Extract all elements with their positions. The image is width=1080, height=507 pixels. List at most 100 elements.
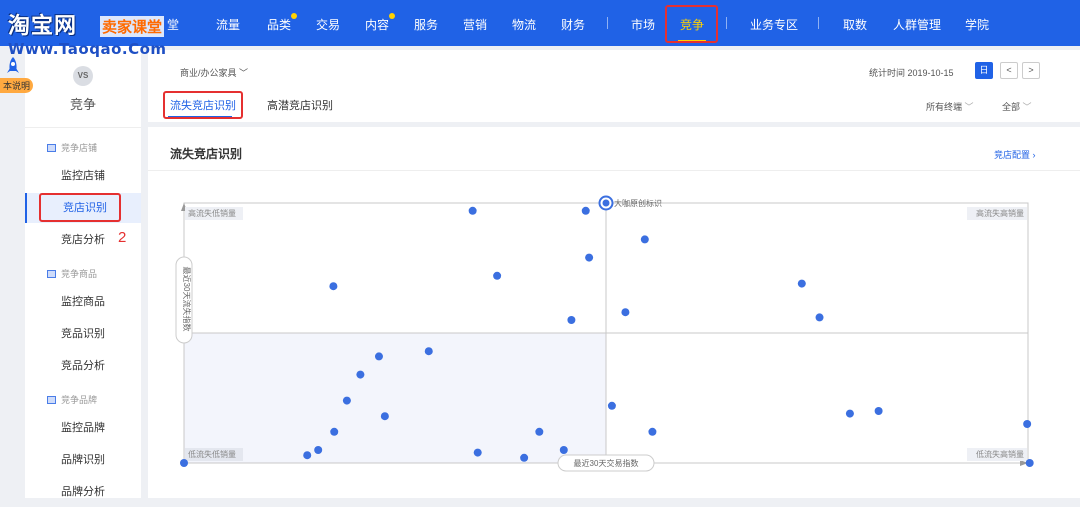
nav-item-crowd[interactable]: 人群管理 xyxy=(893,16,941,33)
scatter-point[interactable] xyxy=(180,459,188,467)
nav-item-data-fetch[interactable]: 取数 xyxy=(843,16,867,33)
nav-item-market[interactable]: 市场 xyxy=(631,16,655,33)
scatter-point[interactable] xyxy=(640,235,649,244)
day-button[interactable]: 日 xyxy=(975,62,993,79)
sidebar-item-brand-identify[interactable]: 品牌识别 xyxy=(25,445,141,475)
nav-item-marketing[interactable]: 营销 xyxy=(463,16,487,33)
nav-item-logistics[interactable]: 物流 xyxy=(512,16,536,33)
scatter-point[interactable] xyxy=(374,352,383,361)
nav-label: 市场 xyxy=(631,18,656,32)
next-date-button[interactable]: > xyxy=(1022,62,1040,79)
benchmark-marker-dot[interactable] xyxy=(602,199,610,207)
annotation-box-sidebar xyxy=(39,193,121,222)
scatter-point[interactable] xyxy=(356,370,365,379)
nav-label: 交易 xyxy=(316,18,341,32)
sidebar-item-product-identify[interactable]: 竞品识别 xyxy=(25,319,141,349)
stat-time: 统计时间 2019-10-15 xyxy=(869,68,954,78)
scatter-point[interactable] xyxy=(468,206,477,215)
nav-item-service[interactable]: 服务 xyxy=(414,16,438,33)
scatter-point[interactable] xyxy=(303,451,312,460)
prev-date-button[interactable]: < xyxy=(1000,62,1018,79)
sidebar-header: VS 竞争 xyxy=(25,46,141,128)
nav-divider xyxy=(726,17,727,29)
scatter-point[interactable] xyxy=(473,448,482,457)
sidebar-group-products: 竞争商品 xyxy=(47,267,97,280)
chevron-down-icon: ﹀ xyxy=(964,102,974,112)
scatter-point[interactable] xyxy=(380,412,389,421)
sidebar-title: 竞争 xyxy=(69,97,96,112)
scatter-point[interactable] xyxy=(424,347,433,356)
rocket-icon[interactable] xyxy=(4,56,22,78)
scatter-chart: 高流失低销量 高流失高销量 低流失低销量 低流失高销量 最近30天交易指数 最近… xyxy=(175,195,1034,472)
scatter-point[interactable] xyxy=(797,279,806,288)
scatter-point[interactable] xyxy=(845,409,854,418)
sidebar-item-brand-analysis[interactable]: 品牌分析 xyxy=(25,477,141,507)
scope-filter[interactable]: 全部 ﹀ xyxy=(1002,100,1032,113)
scatter-point[interactable] xyxy=(1025,459,1034,467)
scatter-point[interactable] xyxy=(815,313,824,322)
scatter-point[interactable] xyxy=(314,446,323,454)
nav-label: 物流 xyxy=(512,18,537,32)
quadrant-fill-lower-left xyxy=(184,333,606,463)
product-group-icon xyxy=(47,270,56,278)
nav-item-content[interactable]: 内容 xyxy=(365,13,396,33)
sidebar-item-monitor-shops[interactable]: 监控店铺 xyxy=(25,161,141,191)
terminal-filter[interactable]: 所有终端 ﹀ xyxy=(926,100,974,113)
scatter-point[interactable] xyxy=(342,396,351,405)
nav-item-academy[interactable]: 学院 xyxy=(965,16,989,33)
nav-divider xyxy=(818,17,819,29)
new-dot-icon xyxy=(389,13,396,19)
scatter-point[interactable] xyxy=(874,407,883,415)
sidebar-item-monitor-products[interactable]: 监控商品 xyxy=(25,287,141,317)
scatter-point[interactable] xyxy=(585,253,594,262)
scatter-point[interactable] xyxy=(607,401,616,410)
scatter-point[interactable] xyxy=(581,206,590,215)
nav-item-category[interactable]: 品类 xyxy=(267,13,298,33)
category-breadcrumb[interactable]: 商业/办公家具 ﹀ xyxy=(180,66,248,79)
nav-label: 财务 xyxy=(561,18,586,32)
scatter-point[interactable] xyxy=(559,446,568,454)
sidebar-item-monitor-brands[interactable]: 监控品牌 xyxy=(25,413,141,443)
scatter-point[interactable] xyxy=(493,271,502,280)
sidebar-item-product-analysis[interactable]: 竞品分析 xyxy=(25,351,141,381)
nav-item-partial[interactable]: 堂 xyxy=(167,16,179,33)
rocket-label[interactable]: 本说明 xyxy=(0,78,34,93)
y-axis-label: 最近30天流失指数 xyxy=(182,267,192,332)
brand-logo: 淘宝网 xyxy=(8,14,78,39)
quadrant-label-bottom-right: 低流失高销量 xyxy=(976,449,1024,459)
quadrant-label-top-right: 高流失高销量 xyxy=(976,208,1024,218)
scatter-point[interactable] xyxy=(567,316,576,324)
nav-label: 服务 xyxy=(414,18,439,32)
nav-divider xyxy=(607,17,608,29)
nav-label: 学院 xyxy=(965,18,990,32)
nav-item-trade[interactable]: 交易 xyxy=(316,16,340,33)
filter-label: 所有终端 xyxy=(926,102,963,112)
scatter-point[interactable] xyxy=(535,427,544,436)
quadrant-label-top-left: 高流失低销量 xyxy=(188,208,236,218)
nav-label: 取数 xyxy=(843,18,868,32)
scatter-point[interactable] xyxy=(621,308,630,317)
nav-item-finance[interactable]: 财务 xyxy=(561,16,585,33)
new-dot-icon xyxy=(291,13,298,19)
nav-label: 业务专区 xyxy=(750,18,799,32)
group-label: 竞争店铺 xyxy=(61,143,98,153)
tab-potential-shops[interactable]: 高潜竞店识别 xyxy=(267,97,333,113)
scatter-point[interactable] xyxy=(520,453,529,462)
scatter-point[interactable] xyxy=(330,427,339,436)
nav-item-traffic[interactable]: 流量 xyxy=(216,16,240,33)
scatter-point[interactable] xyxy=(1023,420,1032,428)
shop-group-icon xyxy=(47,144,56,152)
group-label: 竞争品牌 xyxy=(61,395,98,405)
x-axis-label: 最近30天交易指数 xyxy=(574,458,639,468)
nav-label: 流量 xyxy=(216,18,241,32)
nav-label: 内容 xyxy=(365,18,390,32)
scatter-point[interactable] xyxy=(648,427,657,436)
scatter-point[interactable] xyxy=(329,282,338,291)
benchmark-marker-label: 大咖原创标识 xyxy=(614,198,662,208)
brand-group-icon xyxy=(47,396,56,404)
filter-label: 全部 xyxy=(1002,102,1021,112)
nav-item-business-zone[interactable]: 业务专区 xyxy=(750,16,798,33)
benchmark-marker xyxy=(598,195,614,211)
quadrant-label-bottom-left: 低流失低销量 xyxy=(188,449,236,459)
chevron-down-icon: ﹀ xyxy=(1022,102,1032,112)
